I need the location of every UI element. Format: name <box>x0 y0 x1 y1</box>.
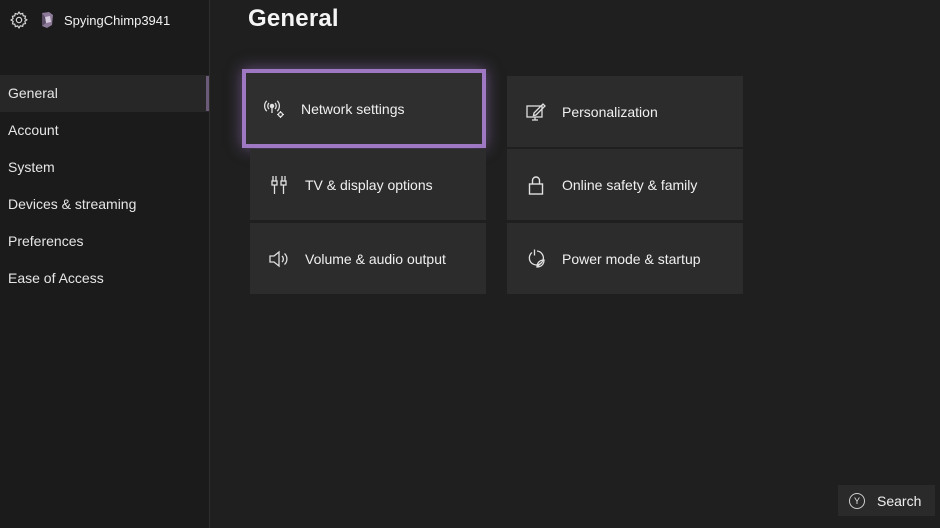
page-title: General <box>248 5 339 32</box>
network-icon <box>263 97 287 121</box>
avatar[interactable] <box>39 11 55 29</box>
personalization-icon <box>524 100 548 124</box>
speaker-icon <box>267 247 291 271</box>
power-icon <box>524 247 548 271</box>
sidebar-item-preferences[interactable]: Preferences <box>0 223 209 260</box>
tile-volume-audio-output[interactable]: Volume & audio output <box>250 223 486 294</box>
sidebar-item-label: Account <box>8 122 59 138</box>
sidebar-nav: General Account System Devices & streami… <box>0 75 209 297</box>
sidebar-item-label: Ease of Access <box>8 270 104 286</box>
tile-personalization[interactable]: Personalization <box>507 76 743 147</box>
tile-online-safety-family[interactable]: Online safety & family <box>507 149 743 220</box>
sidebar: SpyingChimp3941 General Account System D… <box>0 0 210 528</box>
sidebar-item-account[interactable]: Account <box>0 112 209 149</box>
tile-tv-display-options[interactable]: TV & display options <box>250 149 486 220</box>
lock-icon <box>524 173 548 197</box>
search-label: Search <box>877 492 922 509</box>
sidebar-item-general[interactable]: General <box>0 75 209 112</box>
search-button[interactable]: Y Search <box>838 485 935 516</box>
tile-power-mode-startup[interactable]: Power mode & startup <box>507 223 743 294</box>
tile-network-settings[interactable]: Network settings <box>242 69 486 148</box>
sidebar-item-label: Preferences <box>8 233 84 249</box>
sidebar-item-system[interactable]: System <box>0 149 209 186</box>
tile-label: Power mode & startup <box>562 250 701 267</box>
gear-icon[interactable] <box>8 9 30 31</box>
tile-label: TV & display options <box>305 176 433 193</box>
profile-bar: SpyingChimp3941 <box>8 9 170 31</box>
sidebar-item-devices-streaming[interactable]: Devices & streaming <box>0 186 209 223</box>
tile-label: Personalization <box>562 103 658 120</box>
tile-label: Volume & audio output <box>305 250 446 267</box>
sidebar-item-label: General <box>8 85 58 101</box>
y-button-icon: Y <box>849 492 865 509</box>
tile-label: Network settings <box>301 100 405 117</box>
sidebar-item-ease-of-access[interactable]: Ease of Access <box>0 260 209 297</box>
sidebar-item-label: Devices & streaming <box>8 196 137 212</box>
gamertag[interactable]: SpyingChimp3941 <box>64 13 170 28</box>
sidebar-item-label: System <box>8 159 55 175</box>
tv-display-icon <box>267 173 291 197</box>
tile-label: Online safety & family <box>562 176 698 193</box>
